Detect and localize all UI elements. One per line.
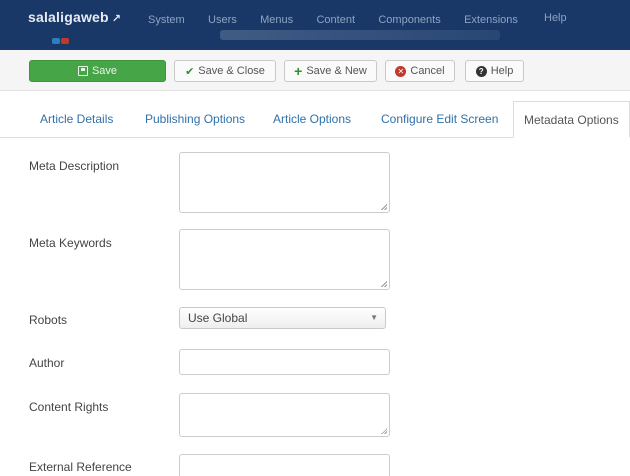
check-icon: ✔: [185, 65, 195, 78]
tab-article-options[interactable]: Article Options: [273, 101, 351, 137]
tab-article-details[interactable]: Article Details: [40, 101, 113, 137]
cancel-icon: ✕: [395, 65, 407, 77]
chevron-down-icon: ▼: [370, 313, 378, 322]
meta-keywords-textarea[interactable]: [179, 229, 390, 290]
save-label: Save: [91, 65, 118, 77]
resize-grip-icon[interactable]: [381, 428, 387, 434]
top-navbar: salaligaweb ↗ System Users Menus Content …: [0, 0, 630, 50]
toolbar: Save ✔ Save & Close + Save & New ✕ Cance…: [0, 50, 630, 91]
external-reference-label: External Reference: [29, 460, 132, 474]
cancel-label: Cancel: [410, 65, 445, 77]
menu-help[interactable]: Help: [544, 12, 567, 24]
tab-publishing-options[interactable]: Publishing Options: [145, 101, 245, 137]
robots-label: Robots: [29, 313, 68, 327]
save-new-button[interactable]: + Save & New: [284, 60, 377, 82]
robots-select[interactable]: Use Global ▼: [179, 307, 386, 329]
save-close-label: Save & Close: [198, 65, 265, 77]
menu-menus[interactable]: Menus: [260, 14, 293, 26]
author-input[interactable]: [179, 349, 390, 375]
site-brand[interactable]: salaligaweb ↗: [28, 9, 121, 25]
resize-grip-icon[interactable]: [381, 204, 387, 210]
meta-description-textarea[interactable]: [179, 152, 390, 213]
tab-metadata-options[interactable]: Metadata Options: [513, 101, 630, 138]
resize-grip-icon[interactable]: [381, 281, 387, 287]
save-button[interactable]: Save: [29, 60, 166, 82]
content-rights-label: Content Rights: [29, 400, 109, 414]
tab-bar: Article Details Publishing Options Artic…: [0, 101, 630, 138]
tab-configure-edit-screen[interactable]: Configure Edit Screen: [381, 101, 498, 137]
external-link-icon: ↗: [111, 13, 122, 25]
author-label: Author: [29, 356, 65, 370]
plus-icon: +: [294, 63, 303, 79]
logo-icon: [52, 38, 76, 44]
menu-users[interactable]: Users: [208, 14, 237, 26]
cancel-button[interactable]: ✕ Cancel: [385, 60, 455, 82]
meta-keywords-label: Meta Keywords: [29, 236, 112, 250]
page-title-banner: [220, 30, 500, 40]
menu-content[interactable]: Content: [316, 14, 355, 26]
external-reference-input[interactable]: [179, 454, 390, 476]
menu-extensions[interactable]: Extensions: [464, 14, 518, 26]
content-rights-textarea[interactable]: [179, 393, 390, 437]
help-button[interactable]: ? Help: [465, 60, 524, 82]
main-menu: System Users Menus Content Components Ex…: [148, 12, 538, 26]
brand-name: salaligaweb: [28, 9, 109, 25]
menu-system[interactable]: System: [148, 14, 185, 26]
save-new-label: Save & New: [306, 65, 367, 77]
question-icon: ?: [475, 65, 487, 77]
robots-selected-value: Use Global: [188, 311, 248, 325]
save-close-button[interactable]: ✔ Save & Close: [174, 60, 276, 82]
help-label: Help: [490, 65, 514, 77]
menu-components[interactable]: Components: [378, 14, 440, 26]
meta-description-label: Meta Description: [29, 159, 120, 173]
save-icon: [77, 66, 88, 76]
